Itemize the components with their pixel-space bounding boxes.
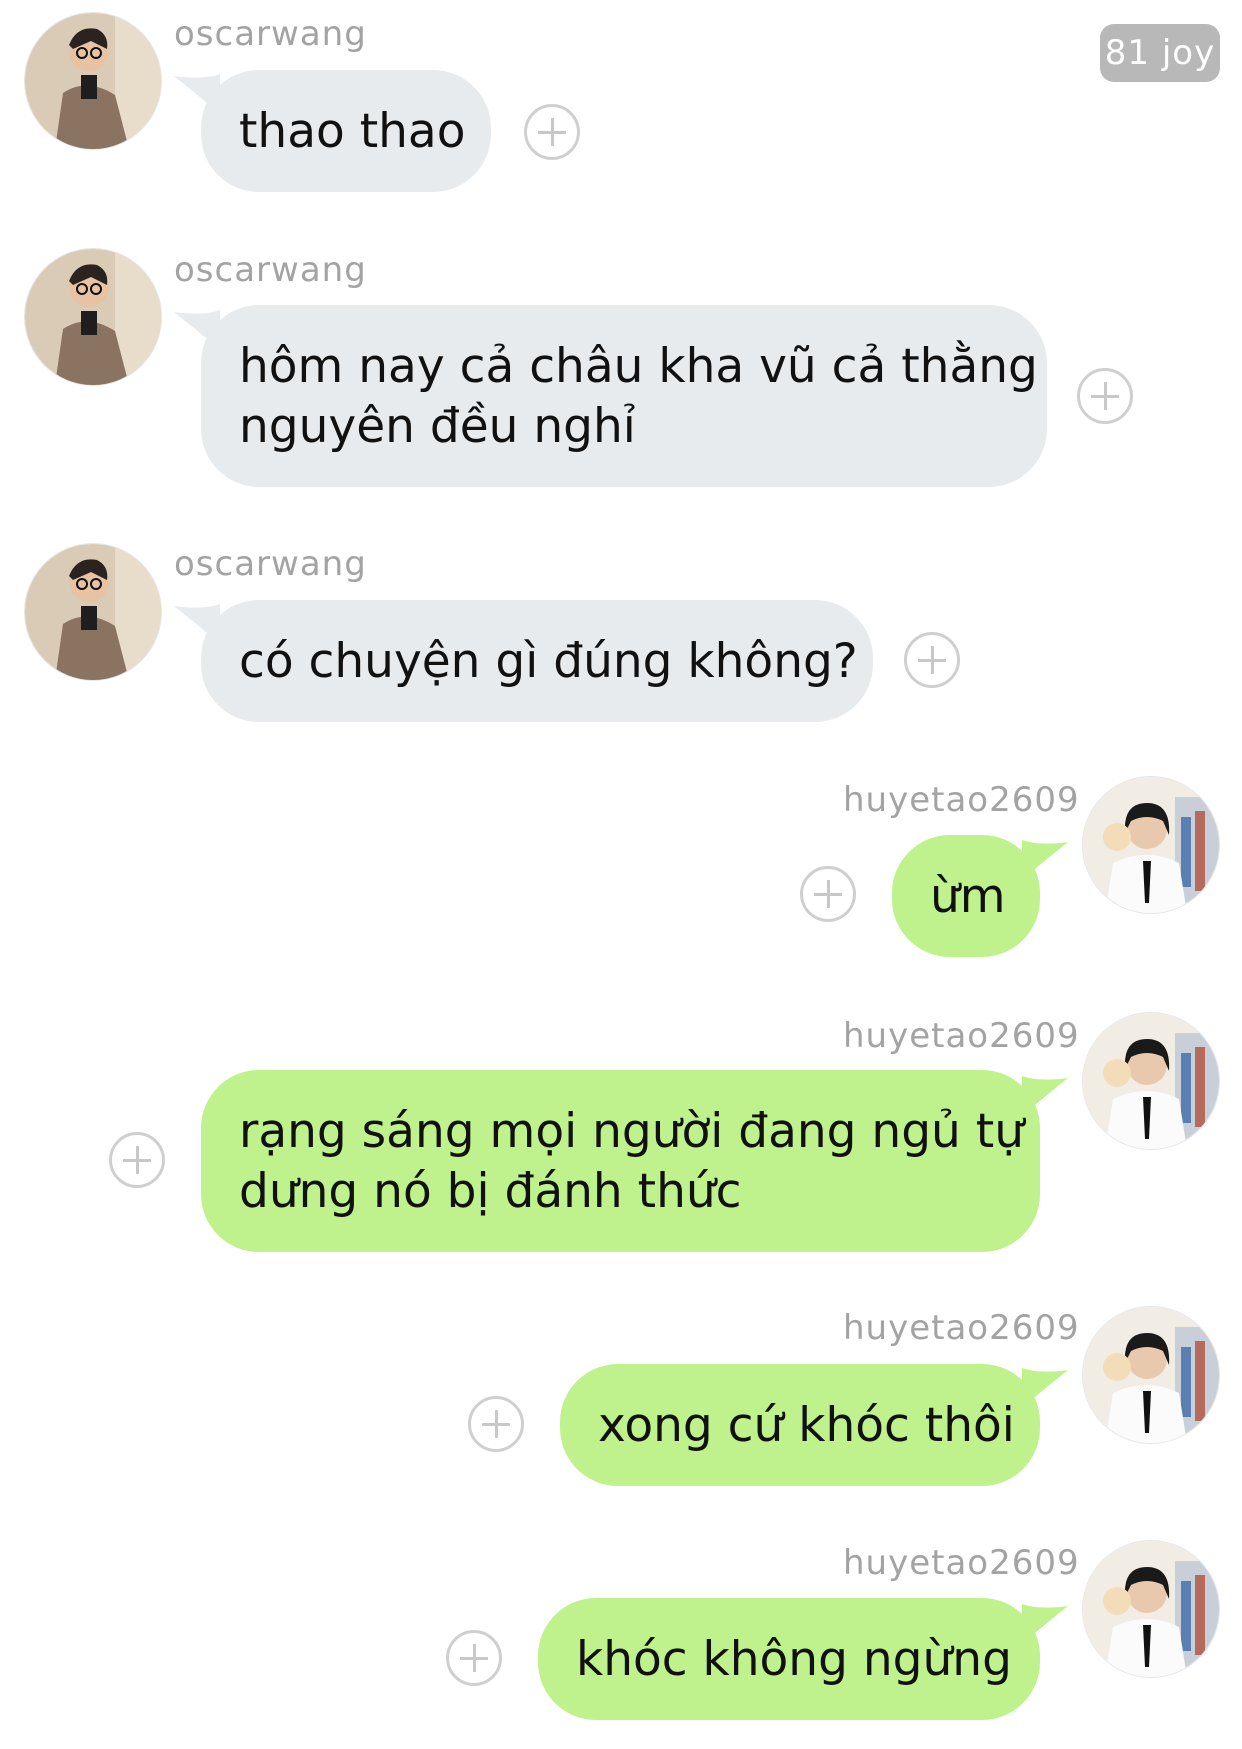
avatar-oscarwang[interactable]	[24, 543, 162, 681]
plus-circle-icon[interactable]	[446, 1630, 502, 1686]
avatar-huyetao2609[interactable]	[1082, 776, 1220, 914]
message-bubble[interactable]: rạng sáng mọi người đang ngủ tự dưng nó …	[201, 1070, 1040, 1252]
username: huyetao2609	[843, 1543, 1080, 1583]
plus-circle-icon[interactable]	[904, 632, 960, 688]
message-text: có chuyện gì đúng không?	[239, 634, 858, 689]
message-text-line: hôm nay cả châu kha vũ cả thằng	[239, 339, 1038, 394]
message-text-line: rạng sáng mọi người đang ngủ tự	[239, 1104, 1025, 1159]
username: oscarwang	[174, 250, 367, 290]
plus-circle-icon[interactable]	[468, 1396, 524, 1452]
message-text-line: dưng nó bị đánh thức	[239, 1164, 742, 1219]
avatar-image	[1083, 1541, 1219, 1677]
avatar-image	[1083, 1013, 1219, 1149]
message-bubble[interactable]: thao thao	[201, 70, 491, 192]
avatar-image	[25, 544, 161, 680]
joy-count-badge: 81 joy	[1100, 24, 1220, 82]
message-text: ừm	[930, 869, 1006, 924]
username: huyetao2609	[843, 1016, 1080, 1056]
username: oscarwang	[174, 14, 367, 54]
username: oscarwang	[174, 544, 367, 584]
message-bubble[interactable]: ừm	[892, 835, 1040, 957]
avatar-oscarwang[interactable]	[24, 248, 162, 386]
avatar-image	[1083, 1307, 1219, 1443]
avatar-oscarwang[interactable]	[24, 12, 162, 150]
message-text: khóc không ngừng	[576, 1632, 1012, 1687]
message-text: xong cứ khóc thôi	[598, 1398, 1015, 1453]
message-bubble[interactable]: có chuyện gì đúng không?	[201, 600, 873, 722]
avatar-image	[25, 13, 161, 149]
avatar-image	[1083, 777, 1219, 913]
username: huyetao2609	[843, 780, 1080, 820]
message-text: thao thao	[239, 104, 466, 159]
avatar-huyetao2609[interactable]	[1082, 1306, 1220, 1444]
message-text-line: nguyên đều nghỉ	[239, 399, 636, 454]
chat-thread[interactable]: 81 joy oscarwang thao thao oscarwang hôm…	[0, 0, 1242, 1749]
plus-circle-icon[interactable]	[800, 866, 856, 922]
plus-circle-icon[interactable]	[1077, 368, 1133, 424]
message-bubble[interactable]: hôm nay cả châu kha vũ cả thằng nguyên đ…	[201, 305, 1047, 487]
avatar-huyetao2609[interactable]	[1082, 1012, 1220, 1150]
avatar-image	[25, 249, 161, 385]
message-bubble[interactable]: khóc không ngừng	[538, 1598, 1040, 1720]
message-bubble[interactable]: xong cứ khóc thôi	[560, 1364, 1040, 1486]
username: huyetao2609	[843, 1308, 1080, 1348]
plus-circle-icon[interactable]	[109, 1132, 165, 1188]
avatar-huyetao2609[interactable]	[1082, 1540, 1220, 1678]
plus-circle-icon[interactable]	[524, 104, 580, 160]
